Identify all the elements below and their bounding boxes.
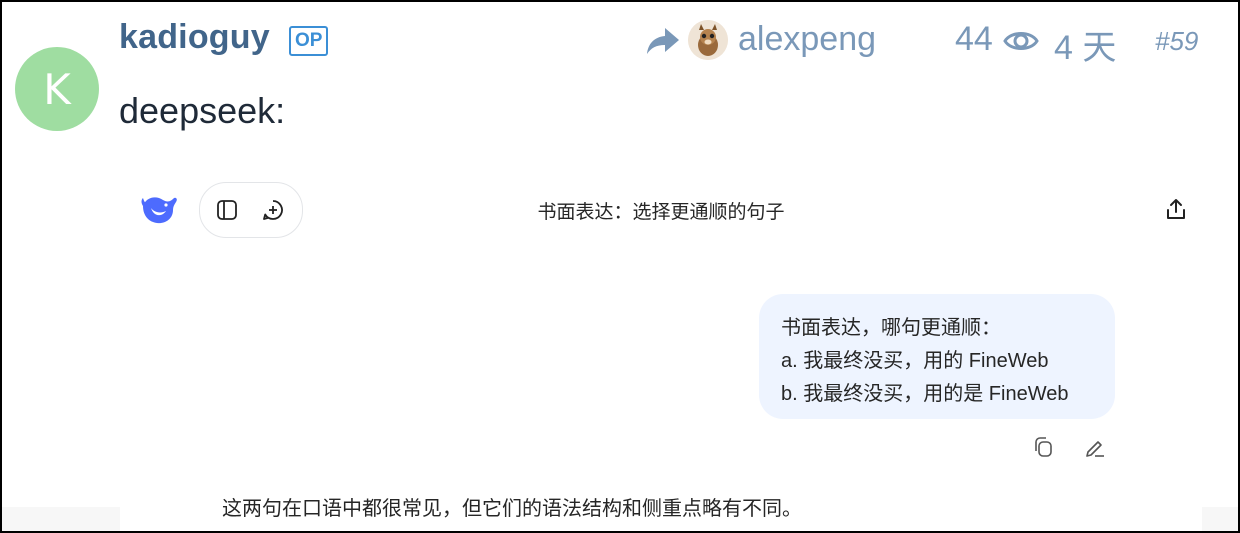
post-username[interactable]: kadioguy: [119, 18, 270, 57]
bottom-fade: [1202, 507, 1238, 531]
eye-icon: [1003, 32, 1039, 50]
reply-user-avatar[interactable]: [688, 20, 728, 60]
forum-post: K kadioguy OP alexpeng 44 4 天 #59 deepse…: [0, 0, 1240, 533]
edit-icon[interactable]: [1084, 436, 1106, 458]
post-body-text: deepseek:: [119, 90, 286, 131]
op-badge: OP: [289, 26, 329, 56]
reply-arrow-icon[interactable]: [645, 26, 681, 56]
embedded-chat-screenshot: 书面表达：选择更通顺的句子 书面表达，哪句更通顺： a. 我最终没买，用的 Fi…: [120, 160, 1202, 531]
bottom-fade: [2, 507, 120, 531]
user-message-line: 书面表达，哪句更通顺：: [781, 317, 1001, 339]
view-count: 44: [955, 20, 993, 58]
copy-icon[interactable]: [1032, 436, 1054, 458]
post-number[interactable]: #59: [1155, 26, 1198, 57]
user-message-line: b. 我最终没买，用的是 FineWeb: [781, 383, 1069, 405]
user-avatar[interactable]: K: [15, 47, 99, 131]
reply-to-username[interactable]: alexpeng: [738, 20, 876, 59]
chat-title: 书面表达：选择更通顺的句子: [537, 202, 785, 223]
squirrel-avatar-icon: [688, 20, 728, 60]
avatar-letter: K: [43, 64, 71, 114]
assistant-message-text: 这两句在口语中都很常见，但它们的语法结构和侧重点略有不同。: [222, 498, 802, 520]
user-message-line: a. 我最终没买，用的 FineWeb: [781, 350, 1049, 372]
post-age[interactable]: 4 天: [1054, 20, 1116, 69]
share-icon[interactable]: [1165, 198, 1187, 220]
user-message-bubble: 书面表达，哪句更通顺： a. 我最终没买，用的 FineWeb b. 我最终没买…: [759, 294, 1115, 419]
